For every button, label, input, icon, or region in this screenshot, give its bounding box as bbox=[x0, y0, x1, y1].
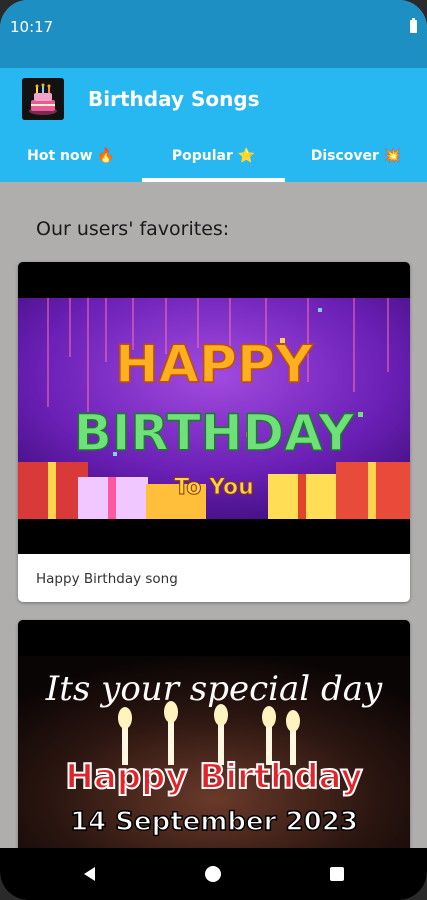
recent-square-icon[interactable] bbox=[330, 867, 344, 881]
thumbnail-to-you-text: To You bbox=[174, 475, 254, 500]
section-title: Our users' favorites: bbox=[36, 218, 230, 240]
status-time: 10:17 bbox=[10, 18, 54, 36]
thumbnail-date-text: 14 September 2023 bbox=[70, 807, 358, 837]
thumbnail-birthday-text: BIRTHDAY bbox=[74, 404, 355, 462]
song-card[interactable]: Its your special day Happy Birthday 14 S… bbox=[18, 620, 410, 860]
thumbnail-happy-birthday-text: Happy Birthday bbox=[65, 757, 362, 797]
tab-selected-indicator bbox=[142, 178, 285, 182]
video-thumbnail[interactable]: HAPPY BIRTHDAY To You bbox=[18, 262, 410, 554]
tab-discover[interactable]: Discover 💥 bbox=[285, 146, 427, 182]
system-navigation-bar bbox=[0, 848, 427, 900]
back-triangle-icon[interactable] bbox=[84, 867, 95, 881]
app-title: Birthday Songs bbox=[88, 87, 260, 111]
star-icon: ⭐ bbox=[237, 148, 256, 164]
tab-hot-now-label: Hot now bbox=[27, 148, 93, 164]
home-circle-icon[interactable] bbox=[205, 866, 221, 882]
status-bar: 10:17 bbox=[0, 0, 427, 68]
collision-icon: 💥 bbox=[383, 148, 402, 164]
battery-icon bbox=[410, 18, 417, 33]
tab-hot-now[interactable]: Hot now 🔥 bbox=[0, 146, 142, 182]
tab-discover-label: Discover bbox=[310, 148, 379, 164]
thumbnail-special-day-text: Its your special day bbox=[45, 669, 383, 709]
app-logo-cake-icon bbox=[22, 78, 64, 120]
song-card[interactable]: HAPPY BIRTHDAY To You Happy Birthday son… bbox=[18, 262, 410, 602]
thumbnail-happy-text: HAPPY bbox=[115, 335, 314, 395]
fire-icon: 🔥 bbox=[97, 148, 115, 164]
phone-screen: 10:17 Birthday Songs Hot now 🔥 Popular ⭐… bbox=[0, 0, 427, 900]
tab-popular[interactable]: Popular ⭐ bbox=[142, 146, 285, 182]
app-bar: Birthday Songs Hot now 🔥 Popular ⭐ Disco… bbox=[0, 68, 427, 182]
card-caption: Happy Birthday song bbox=[36, 571, 178, 587]
tab-popular-label: Popular bbox=[171, 148, 233, 164]
video-thumbnail[interactable]: Its your special day Happy Birthday 14 S… bbox=[18, 620, 410, 860]
